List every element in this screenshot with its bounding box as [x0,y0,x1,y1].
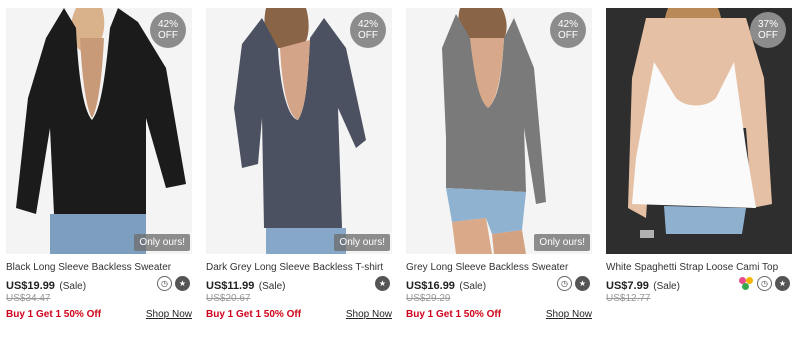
product-image[interactable]: 42% OFF Only ours! [406,8,592,254]
product-title[interactable]: White Spaghetti Strap Loose Cami Top [606,262,792,273]
discount-badge: 42% OFF [550,12,586,48]
promo-text: Buy 1 Get 1 50% Off [406,309,502,320]
price-row: US$11.99 (Sale) [206,276,392,292]
color-dots-icon[interactable] [739,276,754,291]
sale-price: US$7.99 [606,280,649,292]
product-title[interactable]: Black Long Sleeve Backless Sweater [6,262,192,273]
shop-now-link[interactable]: Shop Now [346,309,392,320]
product-card[interactable]: 42% OFF Only ours! Dark Grey Long Sleeve… [206,8,392,332]
product-image[interactable]: 42% OFF Only ours! [206,8,392,254]
product-title[interactable]: Dark Grey Long Sleeve Backless T-shirt [206,262,392,273]
original-price: US$34.47 [6,293,51,304]
product-icons: ★ [375,276,390,291]
sale-label: (Sale) [59,281,87,292]
star-icon[interactable]: ★ [175,276,190,291]
product-icons: ◷ ★ [557,276,590,291]
product-card[interactable]: 37% OFF White Spaghetti Strap Loose Cami… [606,8,792,332]
promo-text: Buy 1 Get 1 50% Off [6,309,102,320]
star-icon[interactable]: ★ [575,276,590,291]
only-ours-label: Only ours! [534,234,590,251]
sale-label: (Sale) [459,281,487,292]
discount-badge: 42% OFF [150,12,186,48]
product-icons: ◷ ★ [739,276,790,291]
sale-price: US$16.99 [406,280,455,292]
clock-icon[interactable]: ◷ [557,276,572,291]
sale-label: (Sale) [258,281,286,292]
shop-now-link[interactable]: Shop Now [546,309,592,320]
sale-price: US$19.99 [6,280,55,292]
clock-icon[interactable]: ◷ [757,276,772,291]
star-icon[interactable]: ★ [775,276,790,291]
sale-price: US$11.99 [206,280,255,292]
original-price: US$29.29 [406,293,451,304]
only-ours-label: Only ours! [134,234,190,251]
discount-badge: 42% OFF [350,12,386,48]
original-price: US$20.67 [206,293,251,304]
product-card[interactable]: 42% OFF Only ours! Grey Long Sleeve Back… [406,8,592,332]
product-grid: 42% OFF Only ours! Black Long Sleeve Bac… [0,0,800,340]
star-icon[interactable]: ★ [375,276,390,291]
product-card[interactable]: 42% OFF Only ours! Black Long Sleeve Bac… [6,8,192,332]
product-image[interactable]: 37% OFF [606,8,792,254]
product-image[interactable]: 42% OFF Only ours! [6,8,192,254]
shop-now-link[interactable]: Shop Now [146,309,192,320]
clock-icon[interactable]: ◷ [157,276,172,291]
discount-badge: 37% OFF [750,12,786,48]
only-ours-label: Only ours! [334,234,390,251]
sale-label: (Sale) [653,281,680,292]
product-icons: ◷ ★ [157,276,190,291]
promo-text: Buy 1 Get 1 50% Off [206,309,302,320]
original-price: US$12.77 [606,293,651,304]
product-title[interactable]: Grey Long Sleeve Backless Sweater [406,262,592,273]
